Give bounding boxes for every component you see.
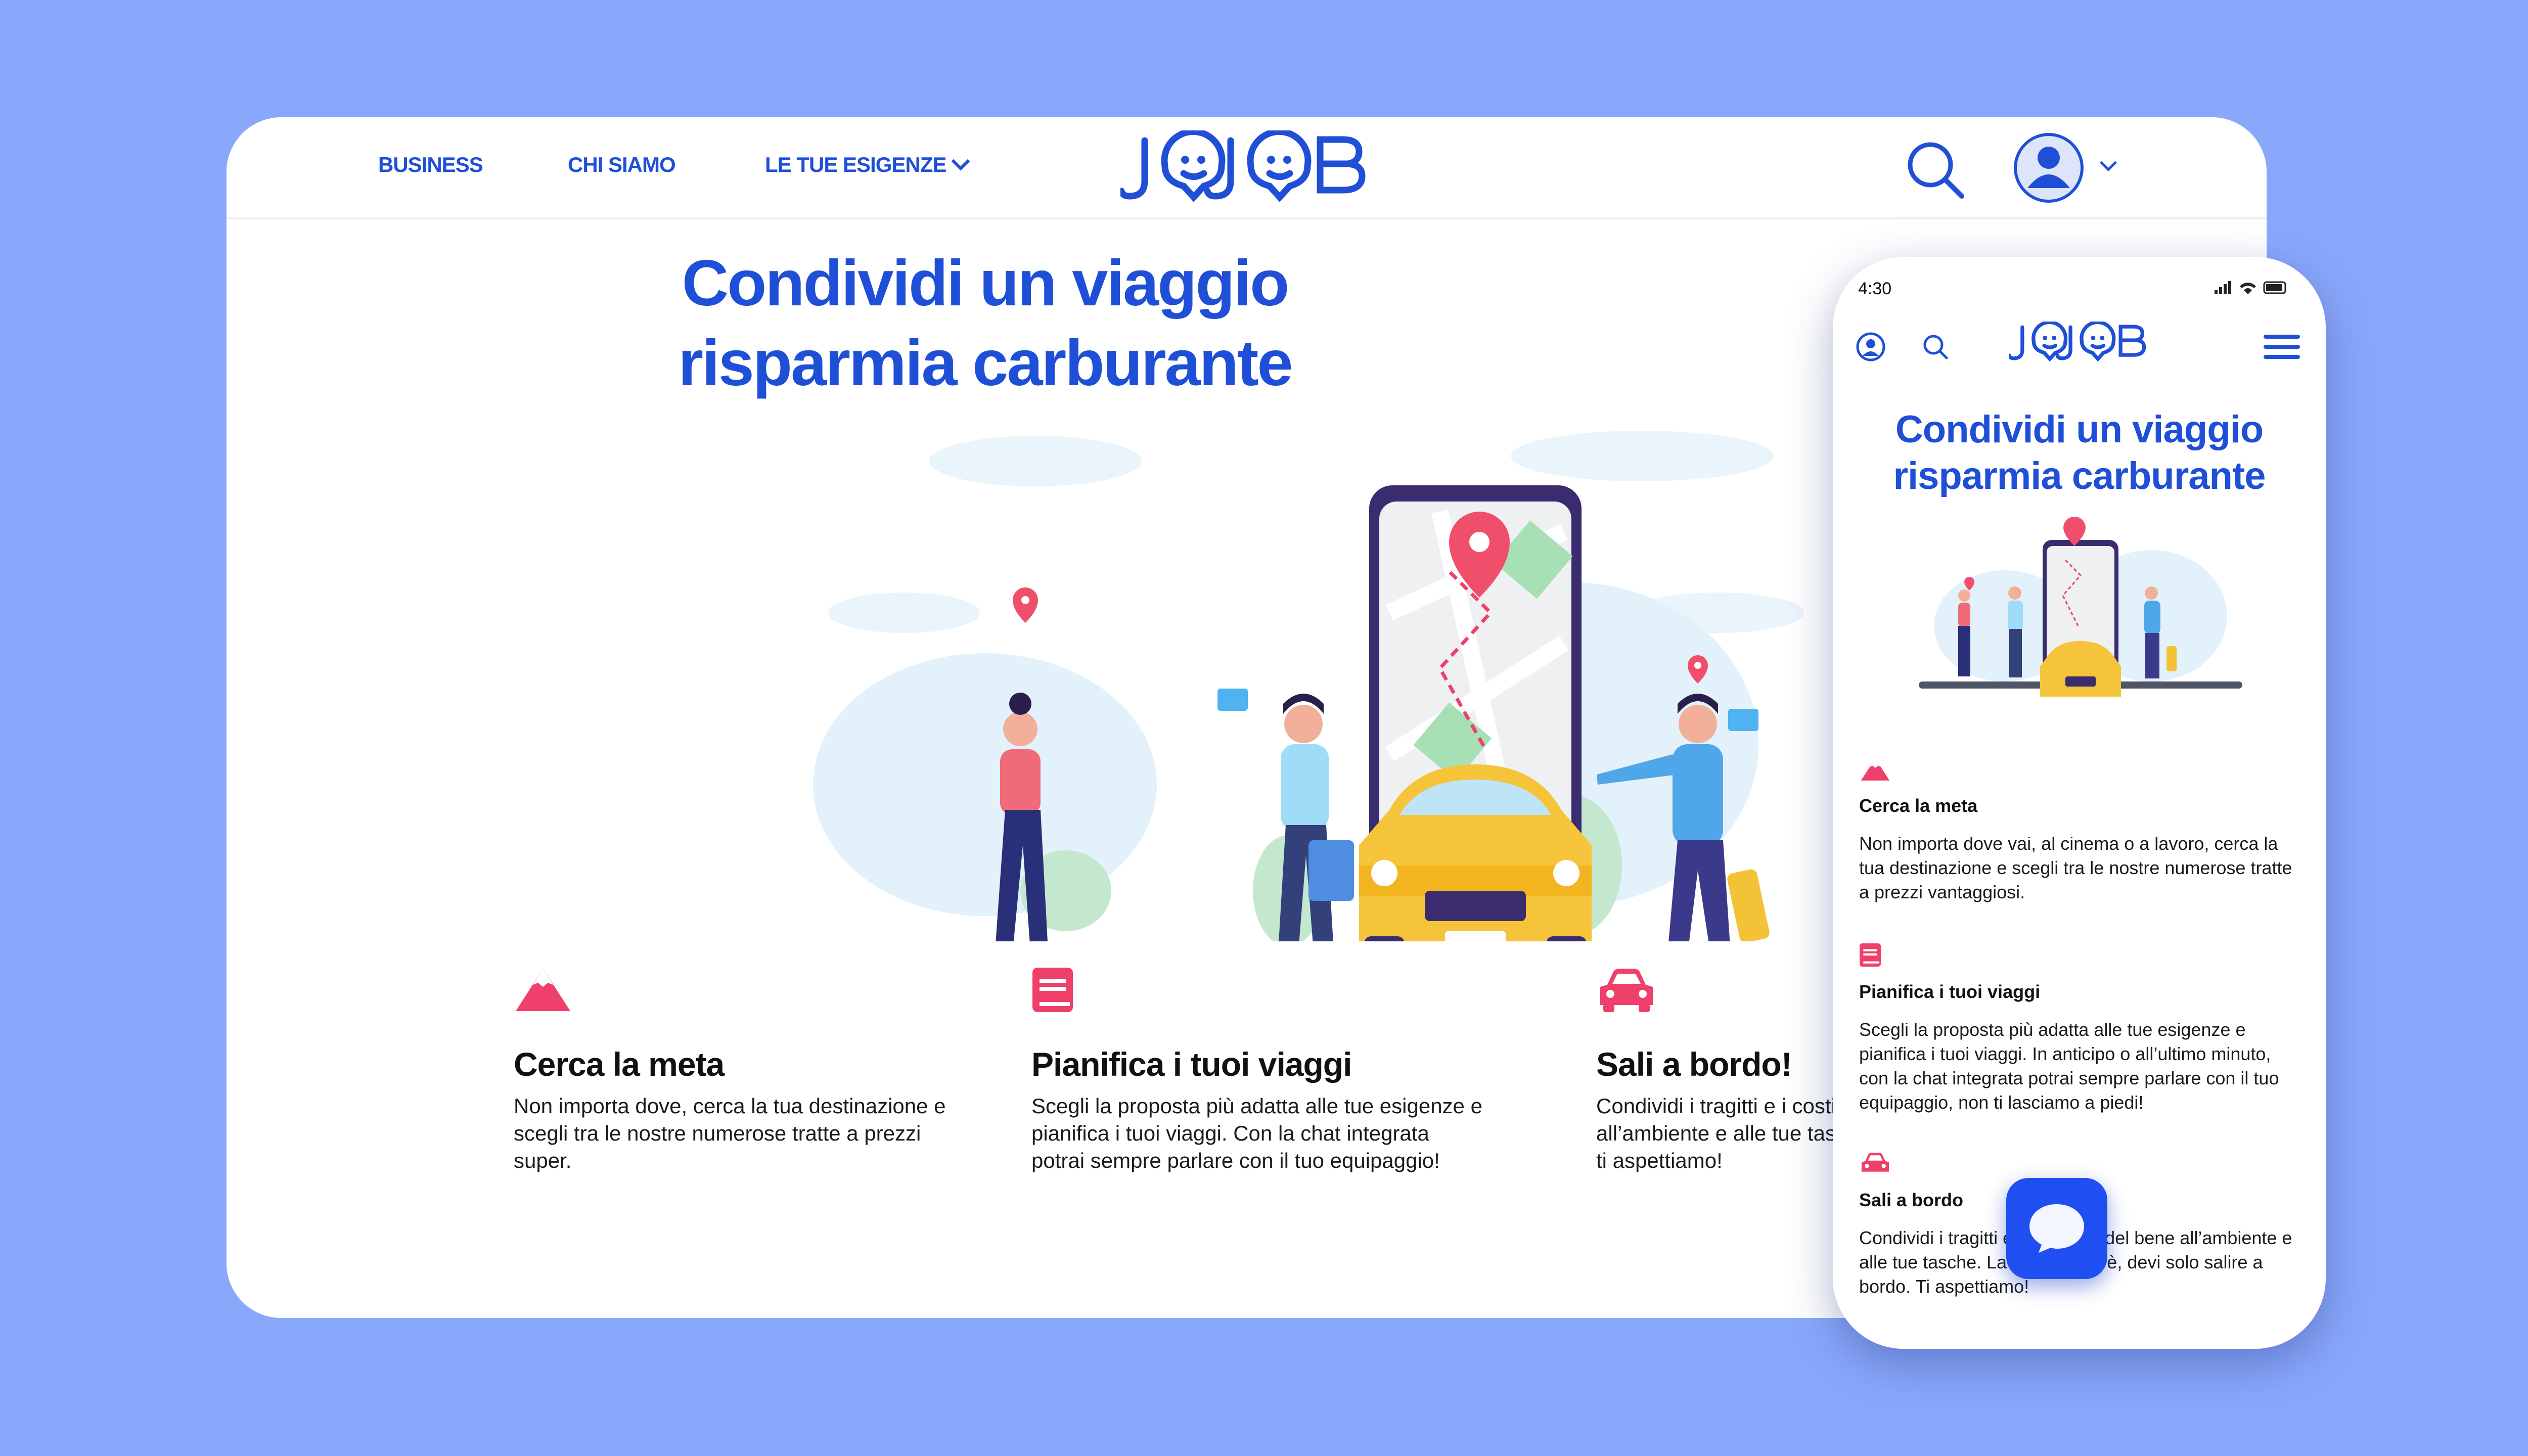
car-icon	[1600, 969, 1653, 1012]
car-icon	[1861, 1153, 1889, 1172]
jojob-logo[interactable]	[2009, 322, 2150, 364]
chat-bubble-icon	[2029, 1204, 2084, 1253]
carpool-illustration	[813, 431, 1804, 941]
feature-title: Pianifica i tuoi viaggi	[1859, 981, 2041, 1002]
chevron-down-icon	[952, 152, 970, 171]
carpool-illustration-small	[1919, 517, 2242, 697]
feature-pianifica: Pianifica i tuoi viaggi Scegli la propos…	[1031, 967, 1486, 1174]
book-icon	[1032, 968, 1073, 1012]
feature-text: Scegli la proposta più adatta alle tue e…	[1031, 1094, 1482, 1172]
mobile-hero-line-1: Condividi un viaggio	[1895, 408, 2264, 451]
user-avatar-icon[interactable]	[1856, 332, 1886, 362]
search-icon[interactable]	[1905, 140, 1966, 200]
chevron-down-icon[interactable]	[2100, 154, 2117, 171]
mobile-feature-cerca-la-meta: Cerca la meta Non importa dove vai, al c…	[1859, 757, 2304, 904]
feature-text: Scegli la proposta più adatta alle tue e…	[1859, 1019, 2279, 1113]
jojob-logo[interactable]	[1120, 130, 1373, 206]
search-icon[interactable]	[1921, 333, 1950, 361]
book-icon	[1860, 943, 1881, 967]
user-menu[interactable]	[2012, 131, 2117, 204]
status-icons	[2215, 281, 2286, 294]
status-time: 4:30	[1858, 279, 1892, 298]
mountain-icon	[1861, 758, 1890, 781]
mountain-icon	[516, 969, 570, 1011]
hero-title-line-1: Condividi un viaggio	[682, 247, 1290, 320]
feature-title: Pianifica i tuoi viaggi	[1031, 1045, 1352, 1083]
feature-title: Cerca la meta	[514, 1045, 725, 1083]
hamburger-menu-icon[interactable]	[2264, 334, 2300, 360]
feature-title: Cerca la meta	[1859, 795, 1978, 816]
mobile-hero-line-2: risparmia carburante	[1893, 454, 2266, 497]
feature-text: Non importa dove vai, al cinema o a lavo…	[1859, 833, 2292, 902]
chat-button[interactable]	[2006, 1178, 2107, 1279]
mobile-feature-pianifica: Pianifica i tuoi viaggi Scegli la propos…	[1859, 942, 2304, 1115]
nav-link-label: LE TUE ESIGENZE	[765, 153, 946, 176]
nav-link-chi-siamo[interactable]: CHI SIAMO	[568, 153, 676, 177]
hero-title-line-2: risparmia carburante	[678, 327, 1293, 399]
feature-cerca-la-meta: Cerca la meta Non importa dove, cerca la…	[514, 967, 969, 1174]
top-navbar: BUSINESS CHI SIAMO LE TUE ESIGENZE	[227, 117, 2267, 219]
nav-link-business[interactable]: BUSINESS	[378, 153, 483, 177]
nav-link-le-tue-esigenze[interactable]: LE TUE ESIGENZE	[765, 152, 970, 177]
user-avatar-icon	[2014, 133, 2084, 203]
feature-text: Non importa dove, cerca la tua destinazi…	[514, 1094, 946, 1172]
